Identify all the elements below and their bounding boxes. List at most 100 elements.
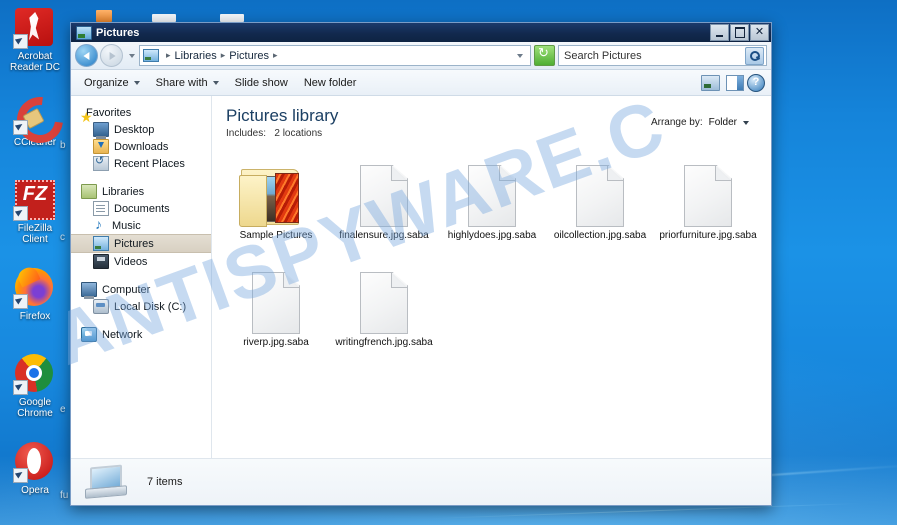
breadcrumb-separator[interactable]: ▸: [221, 50, 226, 61]
desktop-icon-partial-label: e: [60, 404, 66, 415]
sidebar-item-videos[interactable]: Videos: [71, 253, 211, 270]
slide-show-button[interactable]: Slide show: [228, 73, 295, 93]
sidebar-label: Documents: [114, 202, 170, 215]
libraries-icon: [81, 184, 97, 199]
desktop-icon-partial: [152, 14, 176, 22]
library-header: Pictures library Includes: 2 locations A…: [212, 96, 771, 139]
arrange-by-control[interactable]: Arrange by: Folder: [651, 106, 759, 128]
chevron-down-icon[interactable]: [743, 120, 749, 125]
recent-pages-caret-icon[interactable]: [129, 53, 135, 58]
blank-file-icon: [252, 272, 300, 334]
computer-icon: [81, 282, 97, 299]
new-folder-label: New folder: [303, 76, 357, 89]
music-icon: [93, 216, 107, 232]
list-item[interactable]: riverp.jpg.saba: [222, 256, 330, 349]
desktop-icon-label: Firefox: [19, 311, 51, 322]
desktop-icon-ccleaner[interactable]: CCleaner: [4, 94, 66, 148]
arrange-by-value[interactable]: Folder: [709, 117, 737, 128]
item-name: writingfrench.jpg.saba: [335, 337, 433, 348]
sidebar-item-network[interactable]: Network: [71, 326, 211, 343]
view-icon[interactable]: [701, 74, 720, 91]
downloads-icon: [93, 139, 109, 154]
sidebar-item-documents[interactable]: Documents: [71, 200, 211, 217]
window-controls: ✕: [710, 24, 769, 41]
network-icon: [81, 327, 97, 342]
list-item[interactable]: writingfrench.jpg.saba: [330, 256, 438, 349]
back-button[interactable]: [75, 44, 98, 67]
share-with-button[interactable]: Share with: [149, 73, 226, 93]
list-item[interactable]: oilcollection.jpg.saba: [546, 149, 654, 242]
new-folder-button[interactable]: New folder: [297, 73, 364, 93]
sidebar-label: Videos: [114, 255, 148, 268]
opera-icon: [13, 442, 55, 483]
desktop-icon-acrobat-reader-dc[interactable]: Acrobat Reader DC: [4, 8, 66, 73]
list-item[interactable]: Sample Pictures: [222, 149, 330, 242]
sidebar-item-music[interactable]: Music: [71, 216, 211, 234]
breadcrumb-separator[interactable]: ▸: [166, 50, 171, 61]
sidebar-item-downloads[interactable]: Downloads: [71, 138, 211, 155]
chevron-down-icon: [133, 80, 140, 85]
address-bar[interactable]: ▸ Libraries ▸ Pictures ▸: [139, 45, 531, 66]
back-arrow-icon: [82, 51, 89, 60]
breadcrumb-separator[interactable]: ▸: [273, 50, 278, 61]
window-body: Favorites Desktop Downloads Recent Place…: [71, 96, 771, 458]
organize-button[interactable]: Organize: [77, 73, 147, 93]
desktop-icon-label: FileZilla Client: [17, 223, 53, 245]
search-input[interactable]: Search Pictures: [564, 50, 745, 62]
sidebar-group-network: Network: [71, 326, 211, 343]
forward-button[interactable]: [100, 44, 123, 67]
sidebar-item-libraries[interactable]: Libraries: [71, 183, 211, 200]
maximize-button[interactable]: [730, 24, 749, 41]
desktop-icon-partial-label: b: [60, 140, 66, 151]
includes-value[interactable]: 2 locations: [274, 128, 322, 139]
sidebar-item-local-disk[interactable]: Local Disk (C:): [71, 298, 211, 315]
help-icon[interactable]: ?: [747, 73, 765, 92]
sidebar-label: Recent Places: [114, 157, 185, 170]
sidebar-item-favorites[interactable]: Favorites: [71, 104, 211, 126]
pictures-icon: [93, 236, 109, 251]
blank-file-icon: [576, 165, 624, 227]
desktop-icon-filezilla-client[interactable]: FileZilla Client: [4, 180, 66, 245]
desktop-icon-label: Google Chrome: [17, 397, 53, 419]
list-item[interactable]: priorfurniture.jpg.saba: [654, 149, 762, 242]
firefox-icon: [13, 268, 55, 309]
close-button[interactable]: ✕: [750, 24, 769, 41]
minimize-button[interactable]: [710, 24, 729, 41]
file-list-pane[interactable]: Pictures library Includes: 2 locations A…: [212, 96, 771, 458]
breadcrumb-pictures[interactable]: Pictures: [229, 50, 269, 62]
list-item[interactable]: finalensure.jpg.saba: [330, 149, 438, 242]
sidebar-label: Local Disk (C:): [114, 300, 187, 313]
refresh-button[interactable]: [534, 45, 555, 66]
filezilla-icon: [13, 180, 55, 221]
desktop-icon-partial-label: fu: [60, 490, 69, 501]
desktop-icon-google-chrome[interactable]: Google Chrome: [4, 354, 66, 419]
address-dropdown-caret-icon[interactable]: [517, 53, 523, 58]
sidebar-label: Downloads: [114, 140, 169, 153]
sidebar-label: Libraries: [102, 185, 145, 198]
sidebar-label: Desktop: [114, 123, 155, 136]
item-name: oilcollection.jpg.saba: [553, 230, 647, 241]
search-box[interactable]: Search Pictures: [558, 45, 767, 66]
desktop-icon-firefox[interactable]: Firefox: [4, 268, 66, 322]
breadcrumb-libraries[interactable]: Libraries: [175, 50, 217, 62]
page-title: Pictures library: [226, 106, 339, 125]
search-icon[interactable]: [745, 46, 764, 65]
preview-pane-icon[interactable]: [726, 74, 744, 91]
sidebar-item-pictures[interactable]: Pictures: [71, 234, 211, 253]
window-title-bar[interactable]: Pictures ✕: [71, 23, 771, 42]
sidebar-label: Music: [112, 219, 141, 232]
address-library-icon: [143, 49, 159, 62]
desktop-icon-opera[interactable]: Opera: [4, 442, 66, 496]
sidebar-label: Pictures: [114, 237, 154, 250]
folder-icon: [239, 165, 313, 227]
sidebar-item-recent-places[interactable]: Recent Places: [71, 154, 211, 172]
window-title: Pictures: [96, 26, 140, 39]
item-name: highlydoes.jpg.saba: [447, 230, 537, 241]
sidebar-label: Network: [102, 328, 143, 341]
documents-icon: [93, 201, 109, 216]
item-name: finalensure.jpg.saba: [339, 230, 429, 241]
list-item[interactable]: highlydoes.jpg.saba: [438, 149, 546, 242]
videos-icon: [93, 254, 109, 269]
sidebar-item-computer[interactable]: Computer: [71, 281, 211, 299]
item-count: 7 items: [147, 476, 183, 488]
